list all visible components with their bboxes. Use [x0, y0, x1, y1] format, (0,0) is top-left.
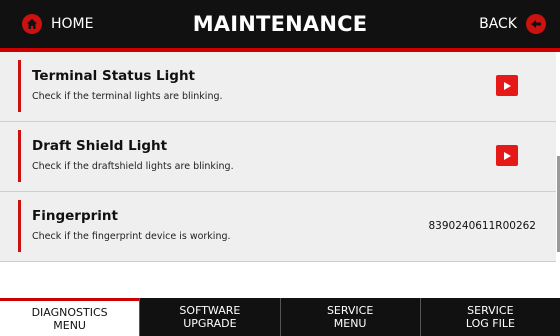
tab-label: SERVICE LOG FILE: [465, 304, 515, 330]
home-label: HOME: [51, 16, 94, 32]
row-description: Check if the draftshield lights are blin…: [32, 161, 234, 172]
maintenance-list[interactable]: Terminal Status Light Check if the termi…: [0, 52, 560, 270]
back-button[interactable]: BACK: [479, 13, 546, 35]
tab-service-log-file[interactable]: SERVICE LOG FILE: [419, 298, 560, 336]
list-item-draft-shield-light[interactable]: Draft Shield Light Check if the draftshi…: [0, 122, 556, 192]
back-arrow-icon: [526, 14, 546, 34]
home-button[interactable]: HOME: [22, 13, 93, 35]
header-bar: HOME MAINTENANCE BACK: [0, 0, 560, 48]
row-title: Fingerprint: [32, 208, 118, 224]
list-item-terminal-status-light[interactable]: Terminal Status Light Check if the termi…: [0, 52, 556, 122]
tab-service-menu[interactable]: SERVICE MENU: [279, 298, 420, 336]
list-item-fingerprint[interactable]: Fingerprint Check if the fingerprint dev…: [0, 192, 556, 262]
row-description: Check if the terminal lights are blinkin…: [32, 91, 223, 102]
back-label: BACK: [479, 16, 517, 32]
row-description: Check if the fingerprint device is worki…: [32, 231, 231, 242]
tab-software-upgrade[interactable]: SOFTWARE UPGRADE: [139, 298, 280, 336]
row-title: Draft Shield Light: [32, 138, 168, 154]
tab-label: SERVICE MENU: [326, 304, 374, 330]
bottom-tab-bar: DIAGNOSTICS MENU SOFTWARE UPGRADE SERVIC…: [0, 298, 560, 336]
row-accent-bar: [18, 60, 21, 112]
row-accent-bar: [18, 130, 21, 182]
tab-label: DIAGNOSTICS MENU: [31, 305, 108, 332]
fingerprint-serial-value: 8390240611R00262: [428, 220, 536, 232]
play-button[interactable]: [496, 145, 518, 166]
tab-label: SOFTWARE UPGRADE: [179, 304, 241, 330]
row-title: Terminal Status Light: [32, 68, 196, 84]
play-button[interactable]: [496, 75, 518, 96]
row-accent-bar: [18, 200, 21, 252]
home-icon: [22, 14, 42, 34]
play-icon: [504, 151, 511, 160]
tab-diagnostics-menu[interactable]: DIAGNOSTICS MENU: [0, 298, 140, 336]
play-icon: [504, 81, 511, 90]
